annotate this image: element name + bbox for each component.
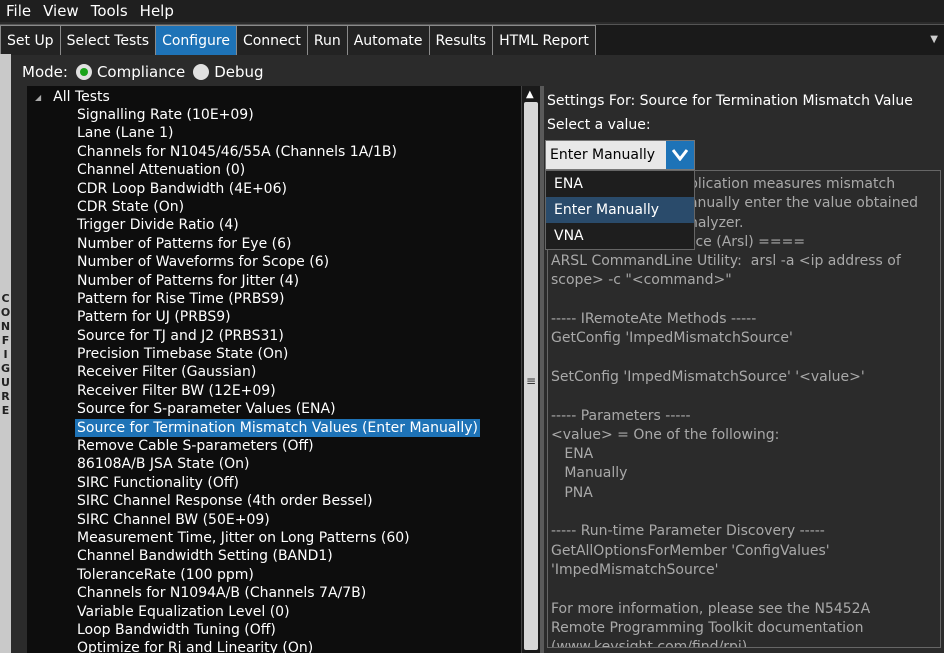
compliance-label[interactable]: Compliance bbox=[97, 63, 185, 81]
tree-item[interactable]: Pattern for UJ (PRBS9) bbox=[75, 308, 480, 326]
tree-item[interactable]: Receiver Filter (Gaussian) bbox=[75, 363, 480, 381]
side-label-letter: E bbox=[1, 404, 10, 417]
tab-html-report[interactable]: HTML Report bbox=[492, 25, 596, 55]
selected-value: Enter Manually bbox=[550, 147, 656, 163]
tree-item[interactable]: SIRC Channel BW (50E+09) bbox=[75, 511, 480, 529]
tree-scrollbar[interactable]: ▲ ≡ bbox=[521, 86, 540, 653]
tab-overflow-icon[interactable]: ▼ bbox=[930, 34, 938, 45]
tab-run[interactable]: Run bbox=[306, 25, 348, 55]
value-select[interactable]: Enter Manually bbox=[545, 140, 695, 170]
tree-item[interactable]: Remove Cable S-parameters (Off) bbox=[75, 437, 480, 455]
side-label-letter: G bbox=[0, 362, 11, 375]
tree-item[interactable]: Source for Termination Mismatch Values (… bbox=[75, 418, 480, 438]
mode-row: Mode: Compliance Debug bbox=[22, 60, 264, 84]
tab-bar: Set Up Select Tests Configure Connect Ru… bbox=[0, 24, 944, 55]
tree-item[interactable]: Measurement Time, Jitter on Long Pattern… bbox=[75, 529, 480, 547]
select-value-label: Select a value: bbox=[547, 117, 651, 133]
chevron-down-icon[interactable] bbox=[666, 141, 694, 169]
tree-item[interactable]: Receiver Filter BW (12E+09) bbox=[75, 382, 480, 400]
tree-item[interactable]: CDR Loop Bandwidth (4E+06) bbox=[75, 180, 480, 198]
tab-configure[interactable]: Configure bbox=[155, 25, 237, 55]
dropdown-option[interactable]: ENA bbox=[546, 171, 694, 197]
tab-select-tests[interactable]: Select Tests bbox=[59, 25, 157, 55]
scrollbar-grip-icon: ≡ bbox=[525, 374, 537, 388]
scroll-up-icon[interactable]: ▲ bbox=[526, 89, 534, 100]
tree-item[interactable]: SIRC Channel Response (4th order Bessel) bbox=[75, 492, 480, 510]
tree-item[interactable]: 86108A/B JSA State (On) bbox=[75, 455, 480, 473]
debug-label[interactable]: Debug bbox=[214, 63, 263, 81]
tree-item[interactable]: Channels for N1094A/B (Channels 7A/7B) bbox=[75, 584, 480, 602]
tab-results[interactable]: Results bbox=[428, 25, 494, 55]
tree-item[interactable]: CDR State (On) bbox=[75, 198, 480, 216]
debug-radio[interactable] bbox=[193, 64, 210, 80]
test-tree-panel: ◢ All Tests Signalling Rate (10E+09) Lane… bbox=[27, 86, 539, 653]
side-label-letter: N bbox=[0, 320, 11, 333]
tree-item[interactable]: Channels for N1045/46/55A (Channels 1A/1… bbox=[75, 143, 480, 161]
side-label-letter: R bbox=[1, 390, 10, 403]
mode-label: Mode: bbox=[22, 63, 68, 81]
tree-root-label: All Tests bbox=[53, 89, 110, 105]
menu-bar: File View Tools Help bbox=[0, 0, 944, 22]
menu-tools[interactable]: Tools bbox=[85, 2, 134, 20]
tab-connect[interactable]: Connect bbox=[235, 25, 308, 55]
tree-item[interactable]: ToleranceRate (100 ppm) bbox=[75, 566, 480, 584]
menu-view[interactable]: View bbox=[37, 2, 85, 20]
menu-file[interactable]: File bbox=[0, 2, 37, 20]
tree-root[interactable]: ◢ All Tests bbox=[35, 89, 110, 105]
tree-item[interactable]: Pattern for Rise Time (PRBS9) bbox=[75, 290, 480, 308]
tree-item[interactable]: SIRC Functionality (Off) bbox=[75, 474, 480, 492]
value-dropdown-list: ENA Enter Manually VNA bbox=[545, 170, 695, 250]
tree-item[interactable]: Number of Patterns for Jitter (4) bbox=[75, 272, 480, 290]
tab-set-up[interactable]: Set Up bbox=[0, 25, 61, 55]
side-label-letter: I bbox=[3, 348, 8, 361]
settings-title: Settings For: Source for Termination Mis… bbox=[547, 93, 913, 109]
tree-item[interactable]: Channel Attenuation (0) bbox=[75, 161, 480, 179]
tree-item[interactable]: Lane (Lane 1) bbox=[75, 124, 480, 142]
tree-item[interactable]: Channel Bandwidth Setting (BAND1) bbox=[75, 547, 480, 565]
scrollbar-thumb[interactable]: ≡ bbox=[524, 102, 538, 650]
side-label-letter: U bbox=[1, 376, 10, 389]
dropdown-option[interactable]: Enter Manually bbox=[546, 197, 694, 223]
tree-item[interactable]: Number of Patterns for Eye (6) bbox=[75, 235, 480, 253]
tab-automate[interactable]: Automate bbox=[346, 25, 430, 55]
tree-item[interactable]: Trigger Divide Ratio (4) bbox=[75, 216, 480, 234]
settings-panel: Settings For: Source for Termination Mis… bbox=[544, 86, 944, 653]
tree-list: Signalling Rate (10E+09) Lane (Lane 1) Cha… bbox=[75, 106, 480, 653]
tree-item[interactable]: Optimize for Rj and Linearity (On) bbox=[75, 639, 480, 653]
configure-vertical-label: CONFIGURE bbox=[0, 292, 11, 418]
tree-item[interactable]: Loop Bandwidth Tuning (Off) bbox=[75, 621, 480, 639]
tree-item[interactable]: Number of Waveforms for Scope (6) bbox=[75, 253, 480, 271]
tree-item[interactable]: Source for TJ and J2 (PRBS31) bbox=[75, 327, 480, 345]
side-label-letter: C bbox=[1, 292, 10, 305]
tree-item[interactable]: Precision Timebase State (On) bbox=[75, 345, 480, 363]
collapse-caret-icon[interactable]: ◢ bbox=[35, 93, 41, 102]
tree-item[interactable]: Signalling Rate (10E+09) bbox=[75, 106, 480, 124]
side-label-letter: O bbox=[0, 306, 11, 319]
tree-item[interactable]: Variable Equalization Level (0) bbox=[75, 603, 480, 621]
side-label-letter: F bbox=[1, 334, 10, 347]
dropdown-option[interactable]: VNA bbox=[546, 223, 694, 249]
tree-item[interactable]: Source for S-parameter Values (ENA) bbox=[75, 400, 480, 418]
menu-help[interactable]: Help bbox=[134, 2, 180, 20]
compliance-radio[interactable] bbox=[75, 64, 92, 80]
